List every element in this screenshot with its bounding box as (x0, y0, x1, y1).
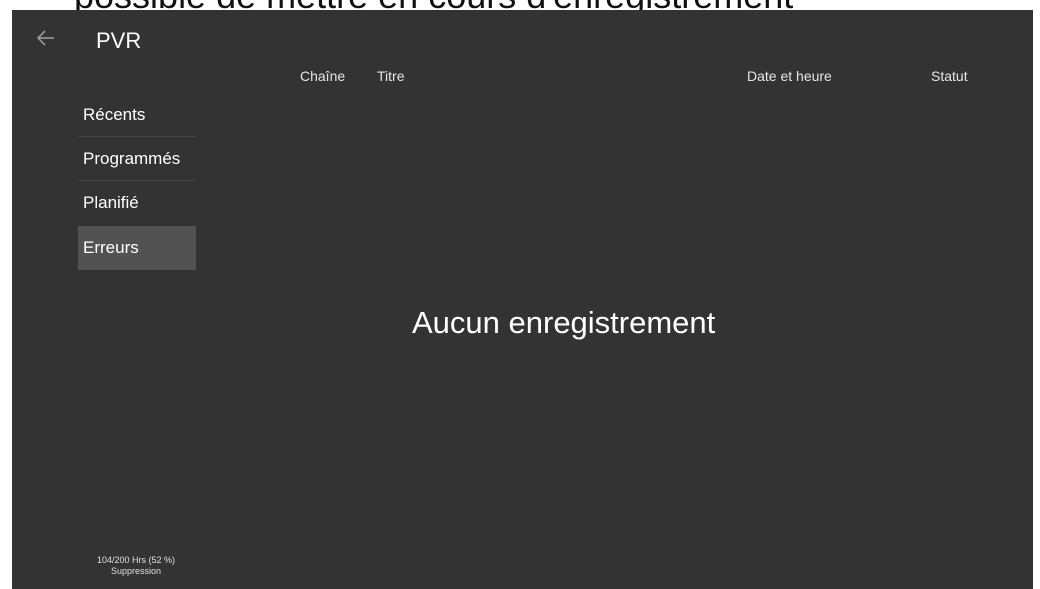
pvr-screen: PVR Chaîne Titre Date et heure Statut Ré… (12, 10, 1033, 589)
sidebar-item-label: Planifié (83, 193, 139, 212)
sidebar-item-label: Erreurs (83, 238, 139, 257)
storage-mode: Suppression (110, 566, 162, 576)
sidebar-item-label: Récents (83, 105, 146, 124)
storage-status: 104/200 Hrs (52 %) Suppression (76, 555, 196, 577)
cropped-caption-strip: possible de mettre en cours d'enregistre… (0, 0, 1040, 10)
sidebar-item-erreurs[interactable]: Erreurs (78, 226, 196, 270)
page-title: PVR (96, 28, 142, 53)
column-header-status: Statut (931, 68, 968, 84)
sidebar-item-label: Programmés (83, 149, 181, 168)
sidebar-item-planifie[interactable]: Planifié (78, 181, 196, 225)
column-header-title: Titre (377, 68, 405, 84)
sidebar: Récents Programmés Planifié Erreurs (78, 93, 196, 270)
storage-usage: 104/200 Hrs (52 %) (96, 555, 176, 565)
cropped-caption-text: possible de mettre en cours d'enregistre… (74, 0, 793, 10)
column-header-date-time: Date et heure (747, 68, 832, 84)
arrow-left-icon[interactable] (36, 28, 56, 48)
sidebar-item-recents[interactable]: Récents (78, 93, 196, 137)
empty-state-message: Aucun enregistrement (412, 305, 716, 340)
page: possible de mettre en cours d'enregistre… (0, 0, 1040, 589)
sidebar-item-programmes[interactable]: Programmés (78, 137, 196, 181)
column-header-channel: Chaîne (300, 68, 346, 84)
